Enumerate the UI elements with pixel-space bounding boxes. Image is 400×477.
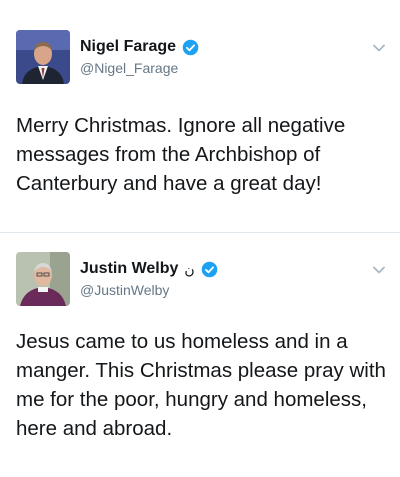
tweet-text: Merry Christmas. Ignore all negative mes…: [16, 114, 346, 195]
author-name-row: Nigel Farage: [80, 38, 199, 56]
author-name-row: Justin Welby ن: [80, 260, 218, 278]
tweet-feed: Nigel Farage @Nigel_Farage Merry Christm…: [0, 0, 400, 477]
avatar[interactable]: [16, 30, 70, 84]
chevron-down-icon[interactable]: [372, 43, 386, 53]
avatar-image: [16, 252, 70, 306]
avatar-image: [16, 30, 70, 84]
name-suffix: ن: [184, 260, 195, 277]
display-name[interactable]: Nigel Farage: [80, 38, 176, 56]
handle[interactable]: @Nigel_Farage: [80, 60, 178, 76]
verified-badge-icon: [182, 39, 199, 55]
tweet-card[interactable]: Nigel Farage @Nigel_Farage Merry Christm…: [0, 0, 400, 232]
display-name[interactable]: Justin Welby: [80, 260, 178, 278]
chevron-down-icon[interactable]: [372, 265, 386, 275]
tweet-card[interactable]: Justin Welby ن @JustinWelby Jesus came t…: [0, 232, 400, 477]
avatar[interactable]: [16, 252, 70, 306]
handle[interactable]: @JustinWelby: [80, 282, 169, 298]
tweet-text: Jesus came to us homeless and in a mange…: [16, 330, 386, 440]
verified-badge-icon: [201, 261, 217, 277]
